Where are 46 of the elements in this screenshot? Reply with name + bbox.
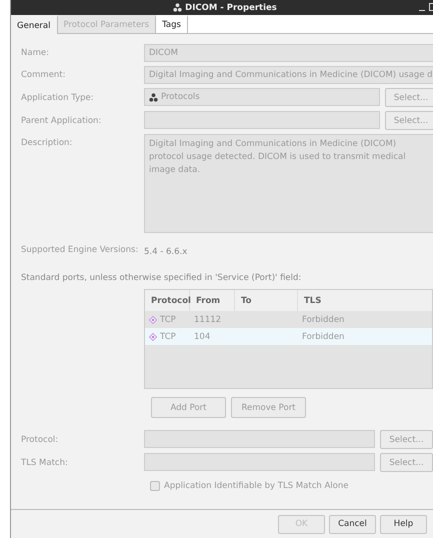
table-cell: 11112 <box>194 314 222 324</box>
field-label: Name: <box>21 48 50 58</box>
table-row[interactable]: TCP 104 Forbidden <box>145 328 432 345</box>
checkbox[interactable] <box>150 481 160 491</box>
version-text: 5.4 - 6.6.x <box>144 246 188 259</box>
tab[interactable]: General <box>11 15 58 34</box>
table-row[interactable]: TCP 11112 Forbidden <box>145 311 432 328</box>
table-cell: TCP <box>160 332 176 342</box>
field-label: Application Type: <box>21 92 95 102</box>
column-header[interactable]: From <box>190 290 235 311</box>
cluster-icon <box>149 92 158 102</box>
select-button[interactable]: Select... <box>380 430 433 449</box>
checkbox-label: Application Identifiable by TLS Match Alone <box>164 481 348 491</box>
table-cell: TCP <box>160 314 176 324</box>
field-label: Description: <box>21 137 74 148</box>
dialog-button[interactable]: Help <box>380 514 427 534</box>
column-header[interactable]: Protocol <box>145 290 190 311</box>
diamond-icon <box>149 332 157 340</box>
description-field[interactable]: Digital Imaging and Communications in Medicine (DICOM) protocol usage detected. DICOM is used to transmit medical image data. <box>144 134 433 233</box>
column-header[interactable]: To <box>235 290 298 311</box>
field-label: Protocol: <box>21 434 60 444</box>
field-label: Parent Application: <box>21 116 102 126</box>
table-cell: 104 <box>194 332 210 342</box>
cluster-icon <box>173 3 182 12</box>
window-title: DICOM - Properties <box>185 2 277 12</box>
table-cell: Forbidden <box>302 314 344 324</box>
field-label: TLS Match: <box>21 458 69 468</box>
field-label: Supported Engine Versions: <box>21 245 140 255</box>
diamond-icon <box>149 316 157 324</box>
select-field[interactable] <box>144 430 375 448</box>
ports-note: Standard ports, unless otherwise specified in 'Service (Port)' field: <box>21 273 302 283</box>
field-label: Comment: <box>21 70 67 80</box>
text-field[interactable]: DICOM <box>144 44 433 62</box>
port-button[interactable]: Add Port <box>151 397 226 418</box>
text-field[interactable]: Digital Imaging and Communications in Medicine (DICOM) usage d <box>144 66 433 84</box>
select-button[interactable]: Select... <box>384 88 433 107</box>
port-button[interactable]: Remove Port <box>231 397 306 418</box>
select-field[interactable] <box>144 453 375 471</box>
select-field[interactable]: Protocols <box>144 88 380 106</box>
field-value: Protocols <box>161 92 200 102</box>
table-cell: Forbidden <box>302 332 344 342</box>
select-button[interactable]: Select... <box>384 111 433 130</box>
column-header[interactable]: TLS <box>298 290 432 311</box>
dialog-button[interactable]: Cancel <box>329 514 376 534</box>
select-field[interactable] <box>144 111 380 129</box>
select-button[interactable]: Select... <box>380 453 433 472</box>
